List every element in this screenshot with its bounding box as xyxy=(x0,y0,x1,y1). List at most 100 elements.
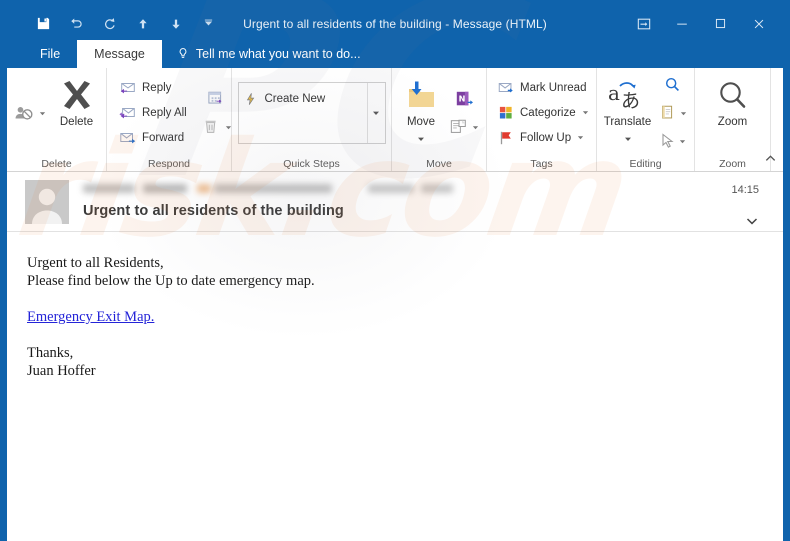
delete-more-icon xyxy=(205,120,216,133)
ignore-icon xyxy=(14,100,46,126)
avatar xyxy=(25,180,69,224)
zoom-button[interactable]: Zoom xyxy=(702,72,764,154)
mark-unread-icon xyxy=(497,79,515,97)
reply-label: Reply xyxy=(142,81,172,94)
quick-steps-more-icon[interactable] xyxy=(366,82,385,143)
message-subject: Urgent to all residents of the building xyxy=(83,203,344,219)
sender-line-redacted xyxy=(83,180,783,197)
reply-icon xyxy=(119,79,137,97)
translate-button[interactable]: a あ Translate xyxy=(599,72,656,154)
maximize-icon[interactable] xyxy=(701,10,739,38)
group-label-quick-steps: Quick Steps xyxy=(283,157,340,170)
follow-up-button[interactable]: Follow Up xyxy=(493,125,593,150)
editing-extra-buttons xyxy=(656,72,690,154)
translate-caret-icon xyxy=(624,130,632,148)
zoom-label: Zoom xyxy=(717,115,748,128)
ribbon-group-editing: a あ Translate Editing xyxy=(597,68,695,171)
mark-unread-button[interactable]: Mark Unread xyxy=(493,75,593,100)
sender-name-redacted xyxy=(83,184,135,193)
ribbon-tab-strip: File Message Tell me what you want to do… xyxy=(7,40,783,68)
zoom-magnifier-icon xyxy=(716,76,750,116)
select-button[interactable] xyxy=(659,100,687,126)
body-line-2: Please find below the Up to date emergen… xyxy=(27,273,315,289)
recipient-redacted-2 xyxy=(421,184,453,193)
window-controls xyxy=(625,7,779,40)
flag-icon xyxy=(497,129,515,147)
cursor-select-button[interactable] xyxy=(659,128,687,154)
lightbulb-icon xyxy=(179,48,187,58)
ribbon-group-delete: Delete Delete xyxy=(7,68,107,171)
message-header: Urgent to all residents of the building … xyxy=(7,172,783,232)
body-spacer-2 xyxy=(27,326,783,344)
group-label-delete: Delete xyxy=(41,157,72,170)
forward-icon xyxy=(119,129,137,147)
translate-icon: a あ xyxy=(607,76,649,116)
undo-icon[interactable] xyxy=(60,11,93,37)
arrow-up-icon[interactable] xyxy=(126,11,159,37)
tab-message[interactable]: Message xyxy=(77,40,162,68)
ignore-caret-icon xyxy=(39,104,46,122)
body-line-4: Juan Hoffer xyxy=(27,363,96,379)
respond-buttons: Reply Reply All Forward xyxy=(115,75,191,150)
rules-caret-icon xyxy=(472,118,479,136)
more-respond-button[interactable] xyxy=(202,114,232,140)
select-icon xyxy=(662,105,673,118)
quick-steps-gallery[interactable]: Create New xyxy=(237,81,386,144)
body-line-1: Urgent to all Residents, xyxy=(27,255,164,271)
save-icon[interactable] xyxy=(27,11,60,37)
ribbon-display-options-icon[interactable] xyxy=(625,10,663,38)
more-caret-icon xyxy=(225,118,232,136)
delete-button[interactable]: Delete xyxy=(51,72,102,154)
chevron-down-icon[interactable] xyxy=(192,11,225,37)
sender-name-redacted-2 xyxy=(143,184,187,193)
tags-buttons: Mark Unread Categorize Follow Up xyxy=(493,75,593,150)
message-header-content: Urgent to all residents of the building … xyxy=(69,180,783,231)
move-folder-icon xyxy=(403,76,439,116)
onenote-icon: N xyxy=(456,91,473,105)
redo-icon[interactable] xyxy=(93,11,126,37)
onenote-button[interactable]: N xyxy=(449,86,479,112)
select-caret-icon xyxy=(680,104,687,122)
reply-all-icon xyxy=(119,104,137,122)
arrow-down-icon[interactable] xyxy=(159,11,192,37)
ribbon-group-tags: Mark Unread Categorize Follow Up Tags xyxy=(487,68,597,171)
svg-text:あ: あ xyxy=(621,90,640,112)
tab-file[interactable]: File xyxy=(23,40,77,68)
reply-button[interactable]: Reply xyxy=(115,75,191,100)
sender-email-redacted-mark xyxy=(197,184,211,193)
move-label: Move xyxy=(406,115,436,128)
cursor-icon xyxy=(662,132,674,148)
meeting-button[interactable] xyxy=(202,86,232,112)
expand-header-chevron-icon[interactable] xyxy=(745,214,759,233)
minimize-icon[interactable] xyxy=(663,10,701,38)
delete-label: Delete xyxy=(59,115,94,128)
quick-step-create-new[interactable]: Create New xyxy=(244,89,362,109)
ignore-button[interactable] xyxy=(11,100,49,126)
categorize-button[interactable]: Categorize xyxy=(493,100,593,125)
ribbon: Delete Delete Reply Reply All Forward Re… xyxy=(7,68,783,172)
move-extra-buttons: N xyxy=(446,86,482,140)
emergency-exit-map-link[interactable]: Emergency Exit Map. xyxy=(27,309,154,325)
quick-access-toolbar xyxy=(7,11,225,37)
forward-button[interactable]: Forward xyxy=(115,125,191,150)
sender-email-redacted xyxy=(214,184,332,193)
categorize-caret-icon xyxy=(582,107,589,119)
lightning-icon xyxy=(246,92,254,105)
close-icon[interactable] xyxy=(739,10,779,38)
reply-all-button[interactable]: Reply All xyxy=(115,100,191,125)
rules-button[interactable] xyxy=(449,114,479,140)
find-button[interactable] xyxy=(659,72,687,98)
find-icon xyxy=(665,77,679,91)
collapse-ribbon-icon[interactable] xyxy=(764,152,777,170)
respond-extra-buttons xyxy=(199,86,235,140)
translate-label: Translate xyxy=(603,115,652,128)
reply-all-label: Reply All xyxy=(142,106,187,119)
message-body: Urgent to all Residents, Please find bel… xyxy=(7,232,783,541)
body-link-row: Emergency Exit Map. xyxy=(27,308,783,326)
move-button[interactable]: Move xyxy=(396,72,446,154)
ribbon-group-respond: Reply Reply All Forward Respond xyxy=(107,68,235,171)
svg-text:a: a xyxy=(608,81,620,105)
rules-icon xyxy=(450,119,466,133)
svg-text:N: N xyxy=(459,93,466,103)
tell-me-box[interactable]: Tell me what you want to do... xyxy=(162,40,361,68)
